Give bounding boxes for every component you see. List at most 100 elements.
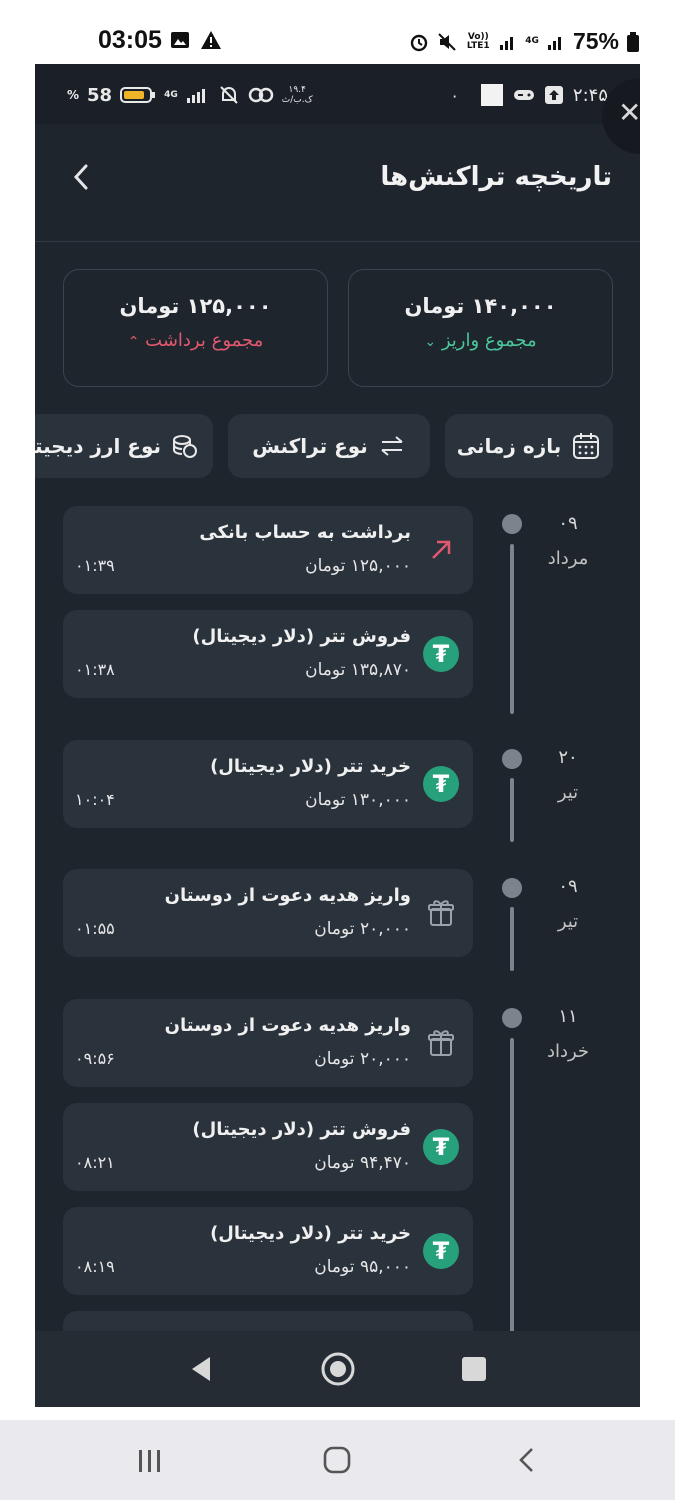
- group-month: خرداد: [546, 1041, 590, 1062]
- timeline-line: [510, 544, 514, 714]
- transaction-time: ۱۰:۰۴: [75, 790, 115, 809]
- page-title: تاریخچه تراکنش‌ها: [380, 162, 612, 192]
- upload-icon: [544, 86, 563, 104]
- transaction-row[interactable]: ₮ فروش تتر (دلار دیجیتال) ۹۴,۴۷۰ تومان ۰…: [63, 1103, 473, 1191]
- double-chevron-down-icon: ⌄: [424, 334, 437, 350]
- transaction-time: ۰۸:۱۹: [75, 1257, 115, 1276]
- group-day: ۰۹: [558, 876, 578, 897]
- filter-currency-type-label: نوع ارز دیجیتال: [35, 434, 161, 458]
- group-day: ۲۰: [558, 747, 578, 768]
- timeline-dot: [502, 1008, 522, 1028]
- device-clock: 03:05: [98, 26, 162, 54]
- filter-currency-type[interactable]: نوع ارز دیجیتال: [35, 414, 213, 478]
- gallery-icon: [171, 32, 189, 48]
- alarm-icon: [411, 34, 428, 51]
- transaction-time: ۰۱:۳۹: [75, 556, 115, 575]
- back-chevron-icon[interactable]: [516, 1446, 536, 1474]
- transaction-row[interactable]: واریز هدیه دعوت از دوستان ۲۰,۰۰۰ تومان ۰…: [63, 999, 473, 1087]
- volte-label: Vo)) LTE1: [466, 31, 490, 51]
- filter-transaction-type[interactable]: نوع تراکنش: [228, 414, 430, 478]
- recent-apps-icon[interactable]: [136, 1448, 164, 1474]
- inner-battery-value: 58: [87, 84, 113, 106]
- transaction-title: واریز هدیه دعوت از دوستان: [164, 1015, 411, 1036]
- network-label: 4G: [525, 36, 539, 46]
- battery-icon: [627, 31, 639, 52]
- signal-icon: [186, 89, 205, 103]
- tether-icon: ₮: [423, 1233, 459, 1269]
- transaction-amount: ۱۲۵,۰۰۰ تومان: [305, 556, 411, 576]
- transaction-title: خرید تتر (دلار دیجیتال): [210, 1223, 411, 1244]
- transaction-time: ۰۱:۵۵: [75, 919, 115, 938]
- transaction-row[interactable]: برداشت به حساب بانکی ۱۲۵,۰۰۰ تومان ۰۱:۳۹: [63, 506, 473, 594]
- tether-icon: ₮: [423, 1129, 459, 1165]
- arrow-up-right-icon: [432, 540, 451, 559]
- link-icon: [248, 87, 273, 103]
- inner-clock: ۲:۴۵: [572, 84, 608, 106]
- transaction-amount: ۱۳۰,۰۰۰ تومان: [305, 790, 411, 810]
- group-day: ۱۱: [558, 1006, 578, 1027]
- transaction-row[interactable]: ₮ فروش تتر (دلار دیجیتال) ۱۳۵,۸۷۰ تومان …: [63, 610, 473, 698]
- transaction-title: خرید تتر (دلار دیجیتال): [210, 756, 411, 777]
- total-deposit-card: ۱۴۰,۰۰۰ تومان مجموع واریز ⌄: [348, 269, 613, 387]
- mute-icon: [438, 32, 457, 51]
- app-screen: % 58 4G ۱۹.۴ ک.ب/ث ۰ ۲:۴۵ ✕ تاریخچه تراک…: [35, 64, 640, 1407]
- total-deposit-label: مجموع واریز: [441, 330, 537, 351]
- timeline-line: [510, 1038, 514, 1338]
- warning-icon: [201, 31, 221, 49]
- transaction-amount: ۱۳۵,۸۷۰ تومان: [305, 660, 411, 680]
- tether-icon: ₮: [423, 766, 459, 802]
- timeline-dot: [502, 749, 522, 769]
- transaction-title: برداشت به حساب بانکی: [199, 522, 411, 543]
- device-navigation-bar: [0, 1420, 675, 1500]
- total-withdraw-amount: ۱۲۵,۰۰۰ تومان: [119, 294, 272, 318]
- battery-percent: 75%: [572, 28, 619, 54]
- transaction-amount: ۹۵,۰۰۰ تومان: [314, 1257, 411, 1277]
- battery-icon: [120, 87, 156, 103]
- total-deposit-amount: ۱۴۰,۰۰۰ تومان: [404, 294, 557, 318]
- inner-network-label: 4G: [164, 89, 178, 100]
- coins-icon: [173, 435, 197, 458]
- chevron-left-icon: [73, 164, 88, 190]
- timeline-line: [510, 907, 514, 971]
- transaction-row[interactable]: ₮ خرید تتر (دلار دیجیتال) ۹۵,۰۰۰ تومان ۰…: [63, 1207, 473, 1295]
- transaction-row[interactable]: ₮ خرید تتر (دلار دیجیتال) ۱۳۰,۰۰۰ تومان …: [63, 740, 473, 828]
- signal-icon-2: [547, 36, 561, 50]
- double-chevron-up-icon: ⌃: [127, 334, 140, 350]
- gift-icon: [428, 1030, 454, 1056]
- home-icon[interactable]: [323, 1446, 351, 1474]
- group-month: تیر: [557, 782, 579, 803]
- page-header: تاریخچه تراکنش‌ها: [35, 124, 640, 242]
- swap-arrows-icon: [381, 436, 403, 456]
- network-speed: ۱۹.۴: [288, 85, 306, 95]
- filter-transaction-type-label: نوع تراکنش: [252, 434, 368, 458]
- filter-time-range[interactable]: بازه زمانی: [445, 414, 613, 478]
- total-withdraw-label: مجموع برداشت: [145, 330, 264, 351]
- gift-icon: [428, 900, 454, 926]
- group-month: تیر: [557, 911, 579, 932]
- recents-square-icon[interactable]: [462, 1357, 486, 1381]
- back-triangle-icon[interactable]: [188, 1355, 214, 1383]
- tether-icon: ₮: [423, 636, 459, 672]
- transaction-row[interactable]: واریز هدیه دعوت از دوستان ۲۰,۰۰۰ تومان ۰…: [63, 869, 473, 957]
- home-circle-icon[interactable]: [320, 1351, 356, 1387]
- signal-icon: [500, 36, 514, 50]
- transaction-title: واریز هدیه دعوت از دوستان: [164, 885, 411, 906]
- calendar-icon: [573, 433, 600, 459]
- group-month: مرداد: [547, 548, 589, 569]
- transaction-time: ۰۱:۳۸: [75, 660, 115, 679]
- network-speed-unit: ک.ب/ث: [281, 95, 313, 105]
- transaction-title: فروش تتر (دلار دیجیتال): [192, 626, 411, 647]
- transaction-time: ۰۸:۲۱: [75, 1153, 115, 1172]
- inner-status-bar: % 58 4G ۱۹.۴ ک.ب/ث ۰ ۲:۴۵ ✕: [35, 64, 640, 154]
- total-withdraw-card: ۱۲۵,۰۰۰ تومان مجموع برداشت ⌃: [63, 269, 328, 387]
- bell-off-icon: [220, 86, 238, 104]
- timeline-dot: [502, 514, 522, 534]
- transaction-time: ۰۹:۵۶: [75, 1049, 115, 1068]
- inner-navigation-bar: [35, 1331, 640, 1407]
- white-square-icon: [480, 84, 503, 106]
- back-button[interactable]: [71, 162, 91, 200]
- transaction-title: فروش تتر (دلار دیجیتال): [192, 1119, 411, 1140]
- timeline-dot: [502, 878, 522, 898]
- timeline-line: [510, 778, 514, 842]
- battery-percent-sign: %: [67, 88, 80, 102]
